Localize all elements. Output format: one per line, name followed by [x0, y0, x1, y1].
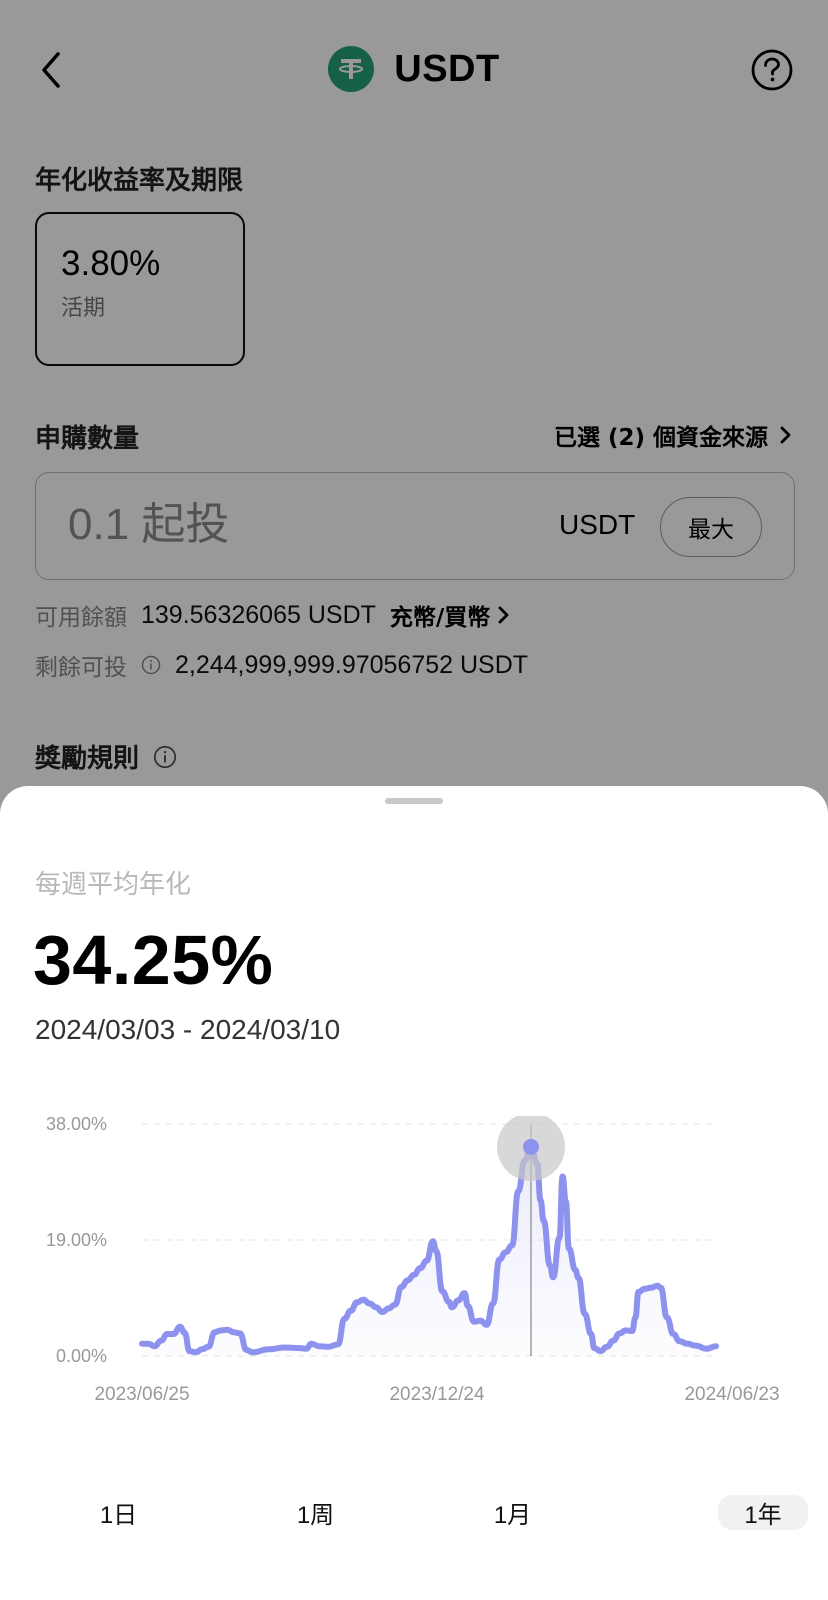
chart-y-tick-label: 38.00%: [46, 1116, 107, 1134]
weekly-apy-value: 34.25%: [33, 921, 274, 999]
chart-x-tick-label: 2023/12/24: [389, 1384, 485, 1405]
period-tabs: 1日 1周 1月 1年: [20, 1484, 808, 1540]
chart-x-tick-label: 2024/06/23: [684, 1384, 779, 1405]
apy-history-sheet: 每週平均年化 34.25% 2024/03/03 - 2024/03/10 38…: [0, 786, 828, 1600]
weekly-apy-range: 2024/03/03 - 2024/03/10: [35, 1014, 341, 1045]
sheet-drag-handle[interactable]: [385, 798, 443, 804]
tab-period-1m[interactable]: 1月: [414, 1495, 611, 1530]
chart-y-tick-label: 0.00%: [56, 1346, 107, 1366]
weekly-apy-label: 每週平均年化: [35, 870, 192, 900]
chart-x-tick-label: 2023/06/25: [94, 1384, 189, 1405]
tab-period-1w[interactable]: 1周: [217, 1495, 414, 1530]
chart-highlight-point[interactable]: [522, 1138, 539, 1155]
chart-y-tick-label: 19.00%: [46, 1230, 107, 1250]
tab-period-1y[interactable]: 1年: [718, 1494, 808, 1530]
tab-period-1d[interactable]: 1日: [20, 1495, 217, 1530]
apy-line-chart[interactable]: 38.00% 19.00% 0.00% 2023/06/25 2023/12/24 20…: [0, 1116, 828, 1446]
